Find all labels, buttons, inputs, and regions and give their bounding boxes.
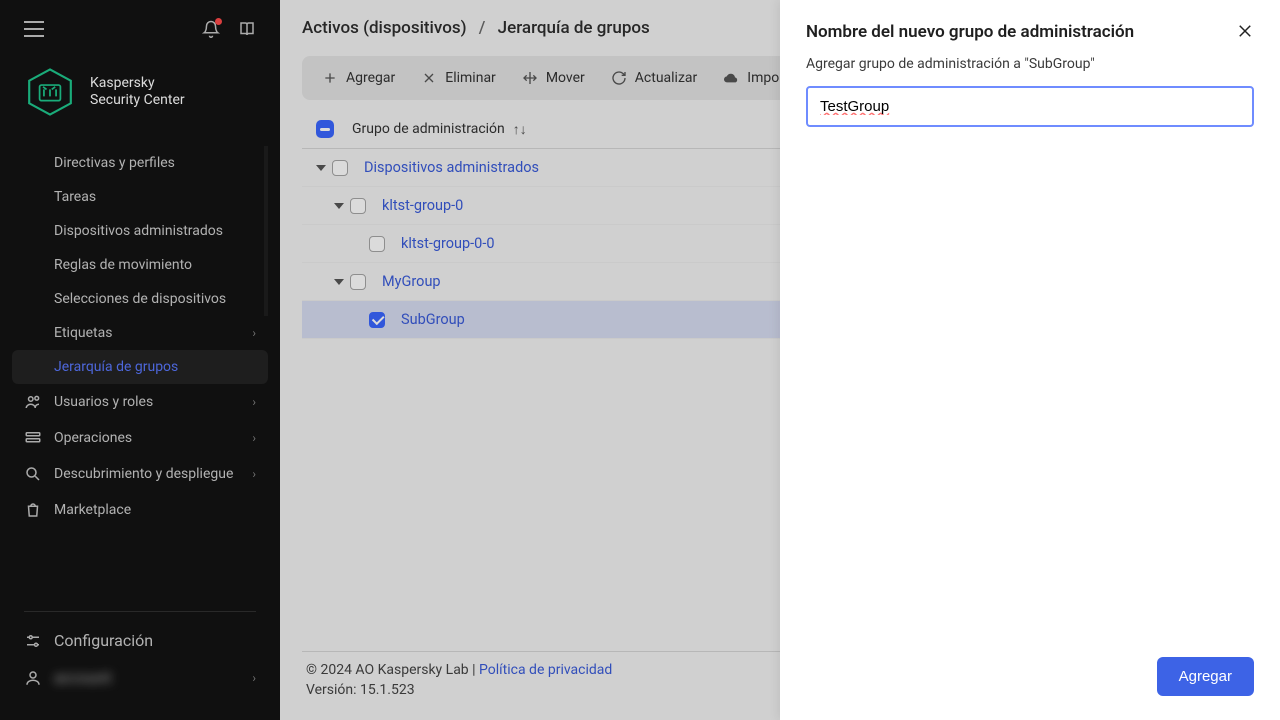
- panel-title: Nombre del nuevo grupo de administración: [806, 22, 1154, 42]
- panel-subtitle: Agregar grupo de administración a "SubGr…: [806, 56, 1254, 72]
- new-group-panel: Nombre del nuevo grupo de administración…: [780, 0, 1280, 720]
- group-name-input[interactable]: [806, 86, 1254, 127]
- close-icon[interactable]: [1236, 22, 1254, 44]
- submit-add-button[interactable]: Agregar: [1157, 657, 1254, 696]
